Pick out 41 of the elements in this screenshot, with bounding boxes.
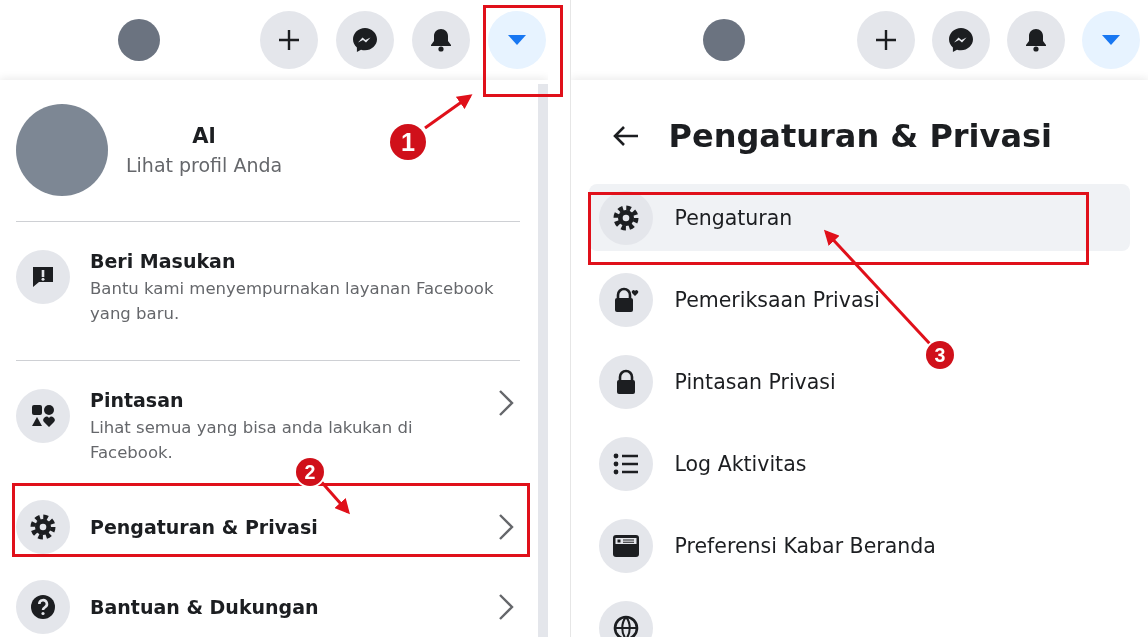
step-badge: 1 xyxy=(390,124,426,160)
lock-heart-icon xyxy=(612,286,639,313)
profile-photo-placeholder[interactable] xyxy=(702,19,745,61)
bell-icon xyxy=(1024,28,1047,52)
menu-item-title[interactable]: Bantuan & Dukungan xyxy=(90,596,319,618)
profile-name[interactable]: Al xyxy=(192,124,216,148)
step-badge: 3 xyxy=(926,341,954,369)
help-icon xyxy=(30,594,56,620)
menu-item-description: Bantu kami menyempurnakan layanan Facebook yang baru. xyxy=(90,278,495,325)
settings-icon xyxy=(30,514,56,540)
profile-photo-placeholder[interactable] xyxy=(118,19,160,61)
step-badge: 2 xyxy=(296,458,324,486)
shapes-icon xyxy=(31,404,55,428)
menu-item[interactable]: Pemeriksaan Privasi xyxy=(588,266,1130,333)
menu-item[interactable]: Log Aktivitas xyxy=(588,430,1130,497)
lock-icon xyxy=(614,368,637,395)
messenger-icon xyxy=(947,27,974,53)
menu-item-title[interactable]: Pengaturan & Privasi xyxy=(90,516,318,538)
plus-icon xyxy=(278,29,300,51)
panel-title: Pengaturan & Privasi xyxy=(668,117,1053,155)
view-profile-link[interactable]: Lihat profil Anda xyxy=(126,154,283,176)
feedback-icon xyxy=(31,265,55,289)
arrow xyxy=(424,94,473,130)
settings-icon xyxy=(612,204,639,231)
chevron-right-icon[interactable] xyxy=(497,513,514,541)
chevron-right-icon[interactable] xyxy=(497,389,514,417)
back-arrow-icon[interactable] xyxy=(612,125,639,147)
caret-icon xyxy=(507,34,527,46)
scrollbar[interactable] xyxy=(537,84,548,637)
caret-icon xyxy=(1100,34,1121,46)
window-card-icon xyxy=(611,533,640,558)
globe-icon xyxy=(612,614,639,637)
menu-item[interactable]: Pengaturan xyxy=(588,184,1130,251)
menu-item-title[interactable]: Beri Masukan xyxy=(90,250,236,272)
bell-icon xyxy=(430,28,452,52)
plus-icon xyxy=(874,29,897,51)
messenger-icon xyxy=(352,27,378,53)
list-icon xyxy=(612,452,639,475)
chevron-right-icon[interactable] xyxy=(497,593,514,621)
menu-item[interactable]: Preferensi Kabar Beranda xyxy=(588,512,1130,579)
menu-item-title[interactable]: Pintasan xyxy=(90,389,184,411)
